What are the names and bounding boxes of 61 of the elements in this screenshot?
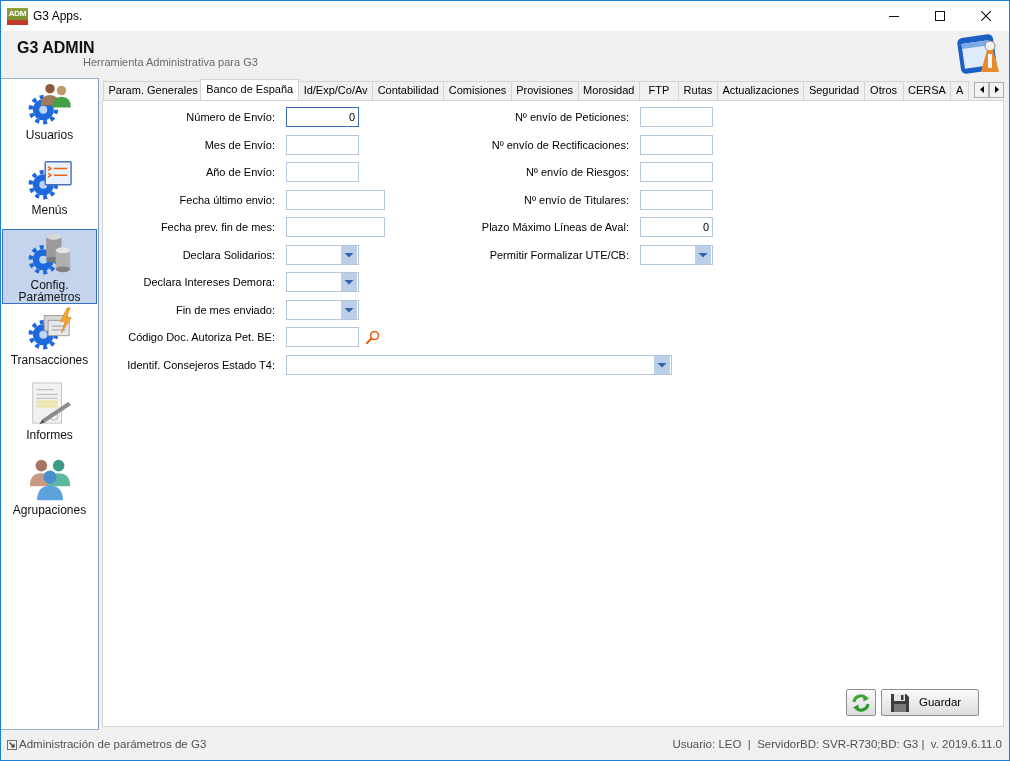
field-label: Nº envío de Riesgos:: [524, 165, 629, 179]
field-label: Permitir Formalizar UTE/CB:: [488, 247, 629, 262]
boxed-arrow-icon: [7, 740, 17, 750]
sidebar-item[interactable]: Agrupaciones: [2, 454, 97, 529]
field-label: Nº envío de Titulares:: [523, 192, 629, 207]
field-label: Fecha último envio:: [178, 192, 275, 207]
search-icon[interactable]: [366, 330, 380, 344]
dropdown-field[interactable]: [286, 354, 672, 375]
input-field[interactable]: 0: [286, 107, 359, 127]
scroll-right-button[interactable]: [989, 81, 1004, 98]
caret-right-icon: [994, 86, 999, 93]
tab[interactable]: Banco de España: [200, 79, 300, 100]
dropdown-field[interactable]: [286, 272, 359, 292]
scroll-left-button[interactable]: [974, 81, 989, 98]
close-icon: [981, 11, 991, 21]
app-title: G3 ADMIN: [17, 39, 96, 56]
field-label: Declara Solidarios:: [181, 247, 275, 262]
input-field[interactable]: [640, 162, 713, 182]
sidebar-item[interactable]: Menús: [2, 154, 97, 229]
sidebar-item[interactable]: Usuarios: [2, 79, 97, 154]
input-field[interactable]: [640, 134, 713, 155]
input-field[interactable]: 0: [640, 217, 713, 237]
gear-database-icon: [26, 231, 73, 277]
field-label: Código Doc. Autoriza Pet. BE:: [127, 330, 275, 344]
field-label: Fin de mes enviado:: [174, 302, 275, 317]
tab[interactable]: A: [950, 81, 969, 100]
gear-lightning-icon: [26, 306, 73, 352]
sidebar-item[interactable]: Informes: [2, 379, 97, 454]
sidebar-item[interactable]: Config. Parámetros: [2, 229, 97, 304]
input-field[interactable]: [286, 189, 385, 210]
input-field[interactable]: [286, 217, 385, 237]
field-label: Fecha prev. fin de mes:: [159, 220, 275, 234]
caret-left-icon: [979, 86, 984, 93]
field-label: Nº envío de Peticiones:: [513, 110, 629, 124]
input-field[interactable]: [640, 189, 713, 210]
refresh-icon: [851, 692, 871, 713]
save-button[interactable]: Guardar: [881, 689, 979, 716]
window-title: G3 Apps.: [33, 8, 83, 25]
app-subtitle: Herramienta Administrativa para G3: [83, 56, 258, 68]
field-label: Mes de Envío:: [203, 137, 275, 152]
app-logo: ADM: [7, 7, 28, 25]
dropdown-field[interactable]: [286, 244, 359, 265]
dropdown-field[interactable]: [640, 244, 713, 265]
sidebar-item[interactable]: Transacciones: [2, 304, 97, 379]
dropdown-field[interactable]: [286, 299, 359, 320]
field-label: Plazo Máximo Líneas de Aval:: [480, 220, 629, 234]
gear-people-icon: [26, 81, 73, 127]
field-label: Número de Envío:: [185, 110, 275, 124]
refresh-button[interactable]: [846, 689, 876, 716]
input-field[interactable]: [640, 107, 713, 127]
status-text: Administración de parámetros de G3: [19, 737, 207, 753]
input-field[interactable]: [286, 162, 359, 182]
field-label: Declara Intereses Demora:: [142, 275, 275, 289]
status-info: Usuario: LEO | ServidorBD: SVR-R730;BD: G3 | v. 2019.6.11.0: [672, 737, 1002, 753]
field-label: Nº envío de Rectificaciones:: [490, 137, 629, 152]
maximize-icon: [935, 11, 945, 21]
input-field[interactable]: [286, 327, 359, 347]
field-label: Año de Envío:: [204, 165, 275, 179]
input-field[interactable]: [286, 134, 359, 155]
app-window-icon: [957, 32, 1001, 76]
field-label: Identif. Consejeros Estado T4:: [126, 357, 275, 372]
